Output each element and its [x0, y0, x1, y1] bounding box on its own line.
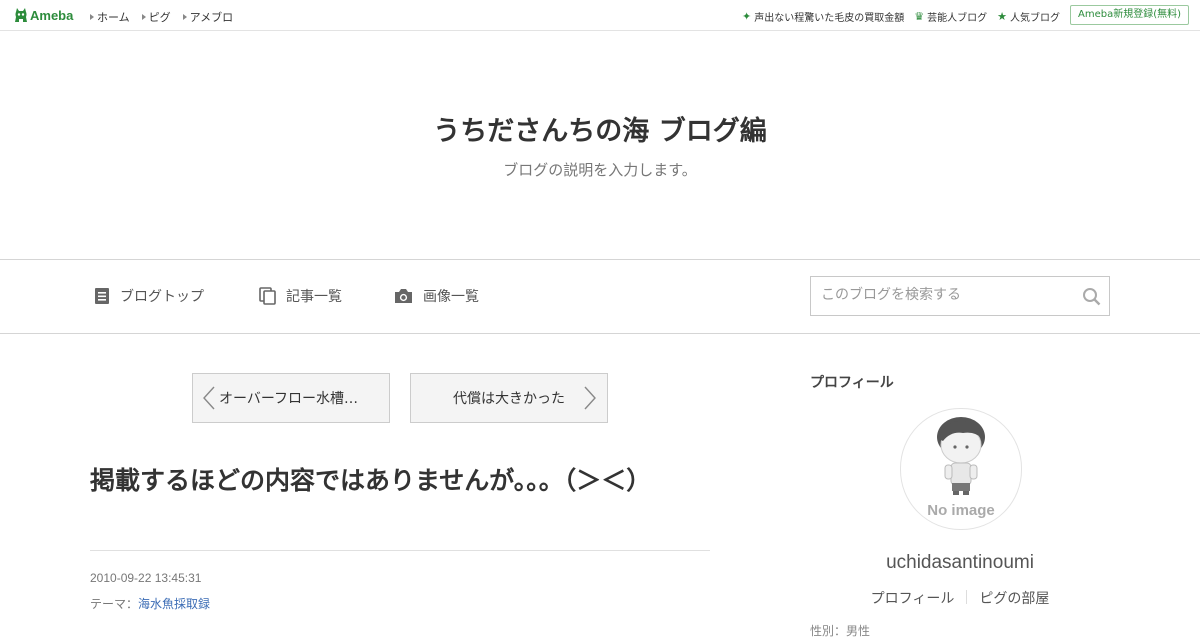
ameba-logo-text: Ameba: [30, 7, 74, 23]
register-button[interactable]: Ameba新規登録(無料): [1069, 5, 1189, 25]
blog-header: うちださんちの海 ブログ編 ブログの説明を入力します。: [0, 31, 1200, 259]
profile-link[interactable]: プロフィール: [871, 588, 955, 608]
prev-article-label: オーバーフロー水槽…: [219, 391, 359, 407]
ameba-logo-icon: [15, 8, 27, 22]
top-nav-label: ピグ: [148, 11, 171, 24]
profile-username[interactable]: uchidasantinoumi: [810, 552, 1110, 574]
avatar[interactable]: No image: [900, 408, 1022, 530]
theme-prefix: テーマ：: [90, 597, 139, 611]
link-separator: [966, 590, 968, 604]
next-article-button[interactable]: 代償は大きかった: [410, 373, 608, 423]
profile-gender: 性別：男性: [810, 624, 871, 638]
triangle-right-icon: [182, 14, 187, 20]
prev-article-button[interactable]: オーバーフロー水槽…: [192, 373, 390, 423]
blog-description: ブログの説明を入力します。: [503, 161, 697, 179]
pigg-room-link[interactable]: ピグの部屋: [979, 588, 1049, 608]
nav-label: 画像一覧: [423, 289, 479, 305]
blog-title[interactable]: うちださんちの海 ブログ編: [0, 109, 1200, 148]
top-nav-pigg[interactable]: ピグ: [141, 9, 171, 25]
top-nav-ameblo[interactable]: アメブロ: [182, 9, 234, 25]
nav-image-list[interactable]: 画像一覧: [394, 286, 479, 306]
top-nav-label: アメブロ: [189, 11, 234, 24]
search-button[interactable]: [1082, 287, 1101, 310]
blog-search-box: [810, 276, 1110, 316]
promo-link[interactable]: ✦ 声出ない程驚いた毛皮の買取金額: [742, 9, 904, 24]
nav-label: 記事一覧: [286, 289, 342, 305]
top-nav-home[interactable]: ホーム: [90, 9, 130, 25]
top-nav: ホーム ピグ アメブロ: [90, 9, 245, 25]
celebrity-blog-label: 芸能人ブログ: [927, 13, 988, 24]
avatar-placeholder-text: No image: [927, 502, 995, 519]
search-icon: [1083, 288, 1101, 306]
profile-heading: プロフィール: [810, 375, 894, 391]
top-bar: Ameba ホーム ピグ アメブロ ✦ 声出ない程驚いた毛皮の買取金額 ♛ 芸能人ブ…: [0, 0, 1200, 31]
nav-label: ブログトップ: [120, 289, 204, 305]
nav-article-list[interactable]: 記事一覧: [259, 286, 342, 306]
star-icon: ★: [997, 10, 1007, 23]
popular-blog-link[interactable]: ★ 人気ブログ: [997, 9, 1060, 24]
triangle-right-icon: [141, 14, 146, 20]
no-image-avatar-icon: No image: [927, 417, 995, 519]
profile-links: プロフィール ピグの部屋: [810, 588, 1110, 608]
blog-search-input[interactable]: [811, 277, 1081, 313]
promo-label: 声出ない程驚いた毛皮の買取金額: [754, 13, 905, 24]
article-theme: テーマ：海水魚採取録: [90, 595, 210, 612]
popular-blog-label: 人気ブログ: [1010, 13, 1060, 24]
nav-blog-top[interactable]: ブログトップ: [94, 286, 204, 306]
sparkle-icon: ✦: [742, 10, 752, 23]
top-right-links: ✦ 声出ない程驚いた毛皮の買取金額 ♛ 芸能人ブログ ★ 人気ブログ: [732, 9, 1060, 24]
top-nav-label: ホーム: [97, 11, 130, 24]
article-divider: [90, 550, 710, 551]
chevron-right-icon: [584, 386, 596, 410]
copy-icon: [259, 287, 276, 305]
chevron-left-icon: [203, 386, 215, 410]
blog-nav-bar: ブログトップ 記事一覧 画像一覧: [0, 259, 1200, 334]
triangle-right-icon: [90, 14, 94, 20]
next-article-label: 代償は大きかった: [453, 391, 565, 407]
camera-icon: [395, 289, 412, 303]
theme-link[interactable]: 海水魚採取録: [138, 597, 210, 611]
article-date: 2010-09-22 13:45:31: [90, 571, 202, 585]
celebrity-blog-link[interactable]: ♛ 芸能人ブログ: [914, 9, 987, 24]
ameba-logo[interactable]: Ameba: [14, 7, 73, 23]
document-icon: [95, 288, 109, 304]
article-title[interactable]: 掲載するほどの内容ではありませんが。。。（＞＜）: [90, 463, 710, 499]
crown-icon: ♛: [914, 10, 925, 23]
